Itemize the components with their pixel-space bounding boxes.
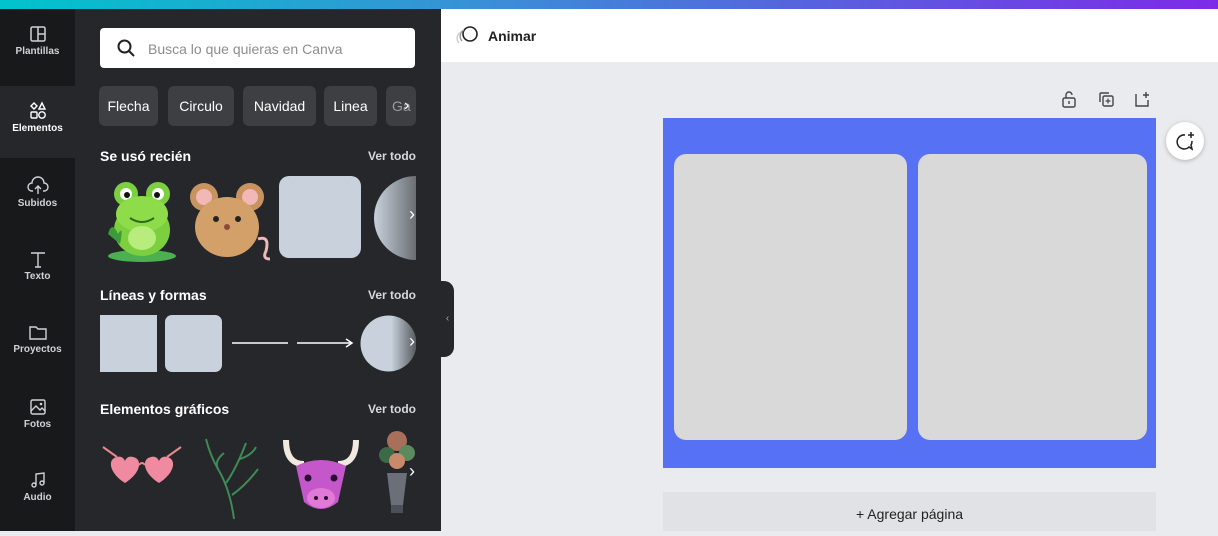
photo-frame-right[interactable] [918, 154, 1147, 440]
chevron-right-icon[interactable]: › [409, 331, 415, 352]
search-icon [117, 39, 135, 57]
rounded-square-shape[interactable] [279, 176, 361, 258]
heart-glasses-sticker[interactable] [99, 439, 185, 489]
sidebar-item-label: Subidos [17, 198, 58, 209]
duplicate-page-icon[interactable] [1097, 90, 1115, 108]
cloud-upload-icon [26, 176, 49, 194]
chip-flecha[interactable]: Flecha [99, 86, 158, 126]
chip-partial[interactable]: Ga [386, 86, 416, 126]
see-all-link[interactable]: Ver todo [368, 149, 416, 163]
sidebar-item-label: Fotos [23, 419, 52, 430]
line-shape[interactable] [230, 335, 290, 351]
bull-sticker[interactable] [278, 434, 364, 516]
chip-linea[interactable]: Linea [324, 86, 377, 126]
sidebar-item-fotos[interactable]: Fotos [0, 382, 75, 454]
sidebar-item-label: Audio [23, 492, 52, 503]
add-page-icon[interactable] [1133, 90, 1151, 108]
search-box[interactable] [100, 28, 415, 68]
sidebar-item-subidos[interactable]: Subidos [0, 161, 75, 233]
sidebar-item-label: Plantillas [15, 46, 60, 57]
comment-add-button[interactable] [1166, 122, 1204, 160]
section-title: Se usó recién [100, 148, 192, 164]
chevron-right-icon[interactable]: › [404, 97, 409, 115]
folder-icon [28, 326, 47, 340]
chevron-right-icon[interactable]: › [409, 461, 415, 482]
search-input[interactable] [146, 37, 405, 61]
text-icon [30, 252, 45, 268]
design-page[interactable] [663, 118, 1156, 468]
animate-button[interactable]: Animar [456, 24, 536, 48]
unlock-icon[interactable] [1060, 90, 1078, 108]
layout-icon [29, 26, 46, 42]
sidebar-item-label: Texto [24, 271, 51, 282]
animate-icon [456, 26, 478, 44]
image-icon [29, 399, 46, 415]
rounded-square-shape[interactable] [165, 315, 222, 372]
mouse-sticker[interactable] [188, 179, 272, 261]
sidebar-nav: Plantillas Elementos Subidos Texto Proye… [0, 9, 75, 531]
top-gradient-line [0, 0, 1218, 9]
editor-topbar: Animar [441, 9, 1218, 62]
canvas-area: + Agregar página [441, 62, 1218, 531]
sidebar-item-proyectos[interactable]: Proyectos [0, 307, 75, 379]
sidebar-item-label: Proyectos [13, 344, 62, 355]
add-page-button[interactable]: + Agregar página [663, 492, 1156, 531]
sidebar-item-audio[interactable]: Audio [0, 455, 75, 527]
arrow-line-shape[interactable] [295, 335, 355, 351]
section-title: Elementos gráficos [100, 401, 230, 417]
comment-add-icon [1176, 132, 1194, 151]
photo-frame-left[interactable] [674, 154, 907, 440]
branch-sticker[interactable] [200, 429, 265, 521]
sidebar-item-plantillas[interactable]: Plantillas [0, 9, 75, 81]
chevron-right-icon[interactable]: › [409, 204, 415, 225]
circle-shape[interactable] [360, 315, 416, 372]
chip-circulo[interactable]: Circulo [168, 86, 234, 126]
sidebar-item-elementos[interactable]: Elementos [0, 86, 75, 158]
music-icon [30, 472, 45, 488]
elements-panel: Flecha Circulo Navidad Linea Ga › Se usó… [75, 9, 441, 531]
section-title: Líneas y formas [100, 287, 207, 303]
square-shape[interactable] [100, 315, 157, 372]
see-all-link[interactable]: Ver todo [368, 288, 416, 302]
sidebar-item-label: Elementos [12, 123, 63, 134]
chip-navidad[interactable]: Navidad [243, 86, 316, 126]
sidebar-item-texto[interactable]: Texto [0, 234, 75, 306]
see-all-link[interactable]: Ver todo [368, 402, 416, 416]
shapes-icon [29, 101, 46, 119]
animate-label: Animar [488, 28, 537, 44]
frog-sticker[interactable] [102, 174, 182, 262]
